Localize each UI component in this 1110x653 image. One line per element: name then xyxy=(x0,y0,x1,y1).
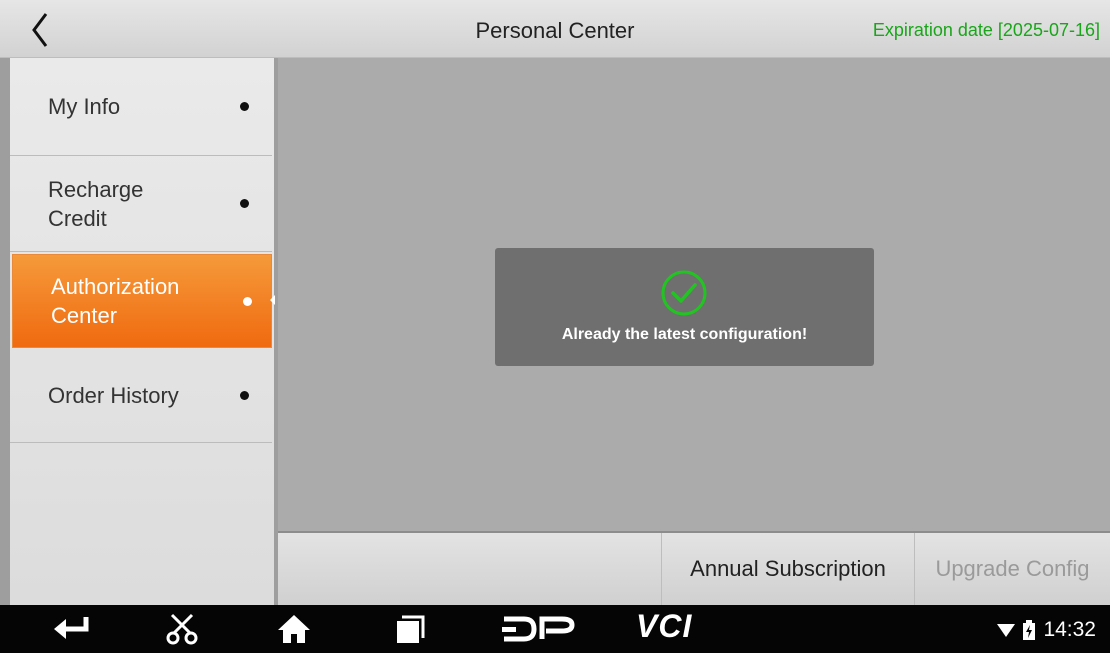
sidebar-item-label: Authorization Center xyxy=(51,274,180,328)
toast-message: Already the latest configuration! xyxy=(495,248,874,366)
check-circle-icon xyxy=(661,270,707,316)
bullet-dot-icon xyxy=(240,199,249,208)
annual-subscription-button[interactable]: Annual Subscription xyxy=(661,533,914,605)
scissors-icon[interactable] xyxy=(164,613,200,645)
sidebar: My Info Recharge Credit Authorization Ce… xyxy=(10,58,274,605)
battery-icon xyxy=(1023,620,1036,640)
toast-text: Already the latest configuration! xyxy=(561,326,808,343)
active-pointer-icon xyxy=(270,295,275,305)
sidebar-item-my-info[interactable]: My Info xyxy=(10,58,272,156)
sidebar-item-label: Recharge Credit xyxy=(48,176,144,231)
sidebar-item-label: My Info xyxy=(48,94,121,119)
sidebar-item-recharge-credit[interactable]: Recharge Credit xyxy=(10,156,272,252)
bullet-dot-icon xyxy=(240,390,249,400)
recent-apps-icon[interactable] xyxy=(392,613,428,645)
action-bar: Annual Subscription Upgrade Config xyxy=(278,531,1110,605)
back-icon[interactable] xyxy=(50,613,92,645)
status-area: 14:32 xyxy=(997,618,1096,642)
upgrade-config-button[interactable]: Upgrade Config xyxy=(914,533,1110,605)
screen: Personal Center Expiration date [2025-07… xyxy=(0,0,1110,653)
dp-logo-icon[interactable] xyxy=(500,613,576,645)
sidebar-item-order-history[interactable]: Order History xyxy=(10,348,272,443)
expiration-date: Expiration date [2025-07-16] xyxy=(872,20,1100,40)
title-bar: Personal Center Expiration date [2025-07… xyxy=(0,0,1110,58)
bullet-dot-icon xyxy=(243,296,252,306)
home-icon[interactable] xyxy=(276,613,312,645)
bullet-dot-icon xyxy=(240,102,249,111)
clock-time: 14:32 xyxy=(1043,618,1096,641)
system-nav-bar: VCI 14:32 xyxy=(0,605,1110,653)
vci-icon[interactable]: VCI xyxy=(636,608,716,644)
sidebar-item-authorization-center[interactable]: Authorization Center xyxy=(12,254,272,348)
sidebar-item-label: Order History xyxy=(48,382,179,408)
wifi-icon xyxy=(997,624,1016,637)
